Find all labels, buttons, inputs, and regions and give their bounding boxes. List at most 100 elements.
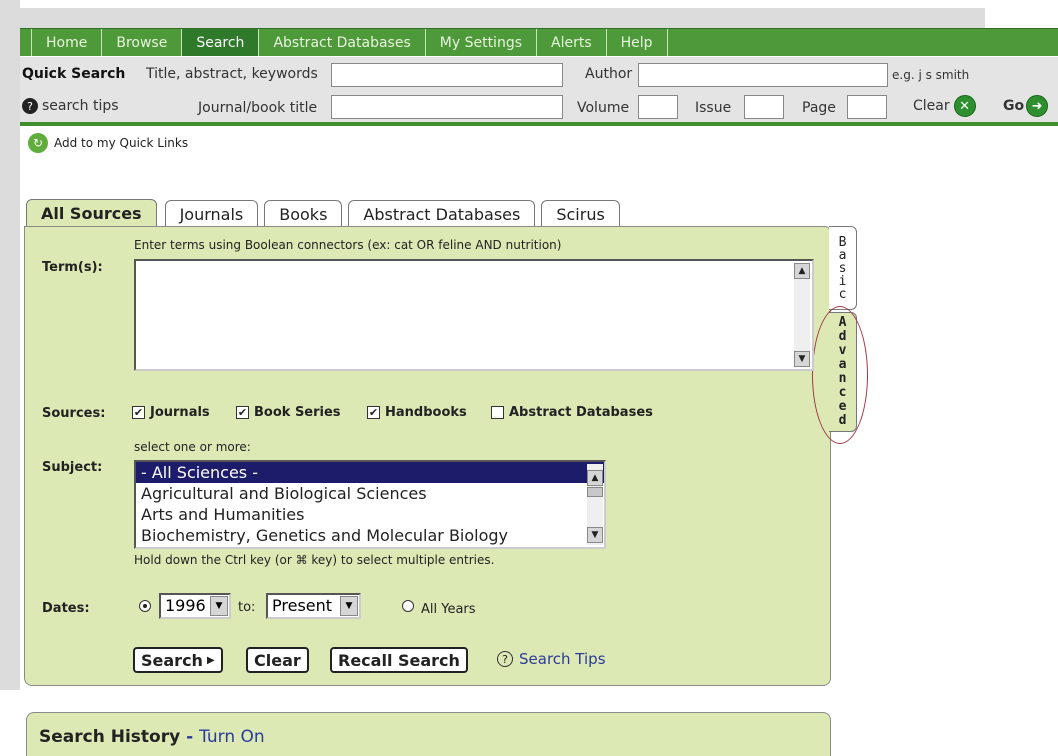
- clear-form-button-label: Clear: [254, 650, 301, 670]
- add-quick-links[interactable]: ↻ Add to my Quick Links: [28, 133, 188, 153]
- source-handbooks-label: Handbooks: [385, 405, 467, 420]
- subject-hint: select one or more:: [134, 440, 251, 454]
- chevron-down-icon: ▼: [340, 596, 358, 616]
- subject-label: Subject:: [42, 460, 103, 475]
- tab-scirus[interactable]: Scirus: [541, 200, 620, 227]
- search-button[interactable]: Search ▶: [133, 647, 223, 673]
- nav-item-help[interactable]: Help: [607, 29, 668, 56]
- journal-title-label: Journal/book title: [198, 100, 318, 116]
- quick-links-label: Add to my Quick Links: [54, 136, 189, 150]
- source-book-series[interactable]: ✔ Book Series: [236, 405, 341, 420]
- scroll-down-icon[interactable]: ▼: [587, 527, 603, 543]
- nav-item-browse[interactable]: Browse: [102, 29, 183, 56]
- date-from-select[interactable]: 1996 ▼: [159, 593, 231, 619]
- subject-option[interactable]: Biochemistry, Genetics and Molecular Bio…: [136, 525, 604, 546]
- left-gray-strip: [0, 0, 20, 690]
- subject-note: Hold down the Ctrl key (or ⌘ key) to sel…: [134, 553, 495, 567]
- clear-button[interactable]: Clear ✕: [913, 95, 976, 117]
- scroll-down-icon[interactable]: ▼: [794, 351, 810, 367]
- go-label: Go: [1003, 98, 1025, 114]
- source-tabs: All Sources Journals Books Abstract Data…: [26, 199, 626, 227]
- go-button[interactable]: Go ➜: [1003, 95, 1049, 117]
- search-history-sep: -: [186, 727, 194, 747]
- subject-scrollbar[interactable]: ▲ ▼: [587, 464, 603, 545]
- terms-hint: Enter terms using Boolean connectors (ex…: [134, 238, 562, 252]
- checkbox-book-series[interactable]: ✔: [236, 406, 249, 419]
- source-abstract-databases-label: Abstract Databases: [509, 405, 653, 420]
- scroll-thumb[interactable]: [587, 487, 603, 497]
- nav-item-abstract-databases[interactable]: Abstract Databases: [259, 29, 426, 56]
- go-arrow-icon: ➜: [1026, 95, 1049, 117]
- radio-date-range[interactable]: [139, 600, 151, 612]
- all-years-label: All Years: [421, 602, 476, 617]
- nav-spacer: [20, 29, 32, 56]
- search-history-title: Search History: [39, 727, 181, 747]
- search-tips-link-bottom[interactable]: ? Search Tips: [497, 650, 606, 668]
- recall-search-button[interactable]: Recall Search: [330, 647, 468, 673]
- source-handbooks[interactable]: ✔ Handbooks: [367, 405, 467, 420]
- page-label: Page: [802, 100, 836, 116]
- chevron-down-icon: ▼: [210, 596, 228, 616]
- quick-search-bar: Quick Search Title, abstract, keywords A…: [20, 57, 1058, 125]
- nav-fill: [667, 29, 1058, 56]
- author-input[interactable]: [638, 63, 888, 87]
- terms-scrollbar[interactable]: ▲ ▼: [794, 263, 810, 367]
- help-icon: ?: [497, 651, 513, 667]
- basic-letter: B: [838, 234, 847, 250]
- search-tips-link[interactable]: ? search tips: [22, 98, 119, 114]
- author-label: Author: [585, 66, 633, 82]
- date-to-select[interactable]: Present ▼: [266, 593, 361, 619]
- recall-search-button-label: Recall Search: [338, 650, 460, 670]
- scroll-up-icon[interactable]: ▲: [587, 470, 603, 486]
- volume-input[interactable]: [638, 95, 678, 119]
- clear-icon: ✕: [953, 95, 976, 117]
- nav-item-home[interactable]: Home: [32, 29, 103, 56]
- title-abstract-keywords-label: Title, abstract, keywords: [146, 66, 318, 82]
- page: Home Browse Search Abstract Databases My…: [0, 0, 1058, 756]
- source-abstract-databases[interactable]: Abstract Databases: [491, 405, 653, 420]
- terms-label: Term(s):: [42, 260, 103, 275]
- nav-item-search[interactable]: Search: [182, 29, 260, 56]
- top-gray-strip: [0, 8, 985, 28]
- checkbox-journals[interactable]: ✔: [132, 406, 145, 419]
- search-history-panel: Search History - Turn On: [26, 712, 831, 756]
- subject-option[interactable]: Agricultural and Biological Sciences: [136, 483, 604, 504]
- basic-letter: c: [838, 286, 847, 302]
- clear-form-button[interactable]: Clear: [246, 647, 309, 673]
- issue-label: Issue: [695, 100, 732, 116]
- tab-basic[interactable]: Basic: [829, 226, 857, 310]
- title-abstract-keywords-input[interactable]: [331, 63, 563, 87]
- highlight-oval: [812, 306, 868, 444]
- quick-links-icon: ↻: [28, 133, 48, 153]
- quick-search-underline: [20, 122, 1058, 126]
- search-tips-bottom-label: Search Tips: [519, 650, 606, 668]
- tab-books[interactable]: Books: [264, 200, 343, 227]
- tab-all-sources[interactable]: All Sources: [26, 199, 157, 227]
- subject-option[interactable]: - All Sciences -: [136, 462, 604, 483]
- source-journals-label: Journals: [150, 405, 210, 420]
- journal-title-input[interactable]: [331, 95, 563, 119]
- radio-all-years[interactable]: [402, 600, 414, 612]
- date-to-value: Present: [272, 596, 333, 615]
- checkbox-abstract-databases[interactable]: [491, 406, 504, 419]
- quick-search-title: Quick Search: [22, 66, 126, 82]
- subject-option[interactable]: Arts and Humanities: [136, 504, 604, 525]
- nav-item-my-settings[interactable]: My Settings: [426, 29, 538, 56]
- nav-item-alerts[interactable]: Alerts: [537, 29, 607, 56]
- tab-journals[interactable]: Journals: [164, 200, 259, 227]
- clear-label: Clear: [913, 98, 950, 114]
- basic-letter: i: [838, 273, 847, 289]
- subject-listbox[interactable]: - All Sciences - Agricultural and Biolog…: [134, 460, 606, 549]
- scroll-up-icon[interactable]: ▲: [794, 263, 810, 279]
- help-icon: ?: [22, 98, 38, 114]
- turn-on-link[interactable]: Turn On: [199, 727, 265, 747]
- checkbox-handbooks[interactable]: ✔: [367, 406, 380, 419]
- source-journals[interactable]: ✔ Journals: [132, 405, 210, 420]
- page-input[interactable]: [847, 95, 887, 119]
- date-to-label: to:: [238, 600, 256, 615]
- issue-input[interactable]: [744, 95, 784, 119]
- terms-textarea[interactable]: ▲ ▼: [134, 259, 814, 371]
- search-button-label: Search: [141, 650, 203, 670]
- tab-abstract-databases[interactable]: Abstract Databases: [348, 200, 536, 227]
- arrow-right-icon: ▶: [206, 654, 215, 666]
